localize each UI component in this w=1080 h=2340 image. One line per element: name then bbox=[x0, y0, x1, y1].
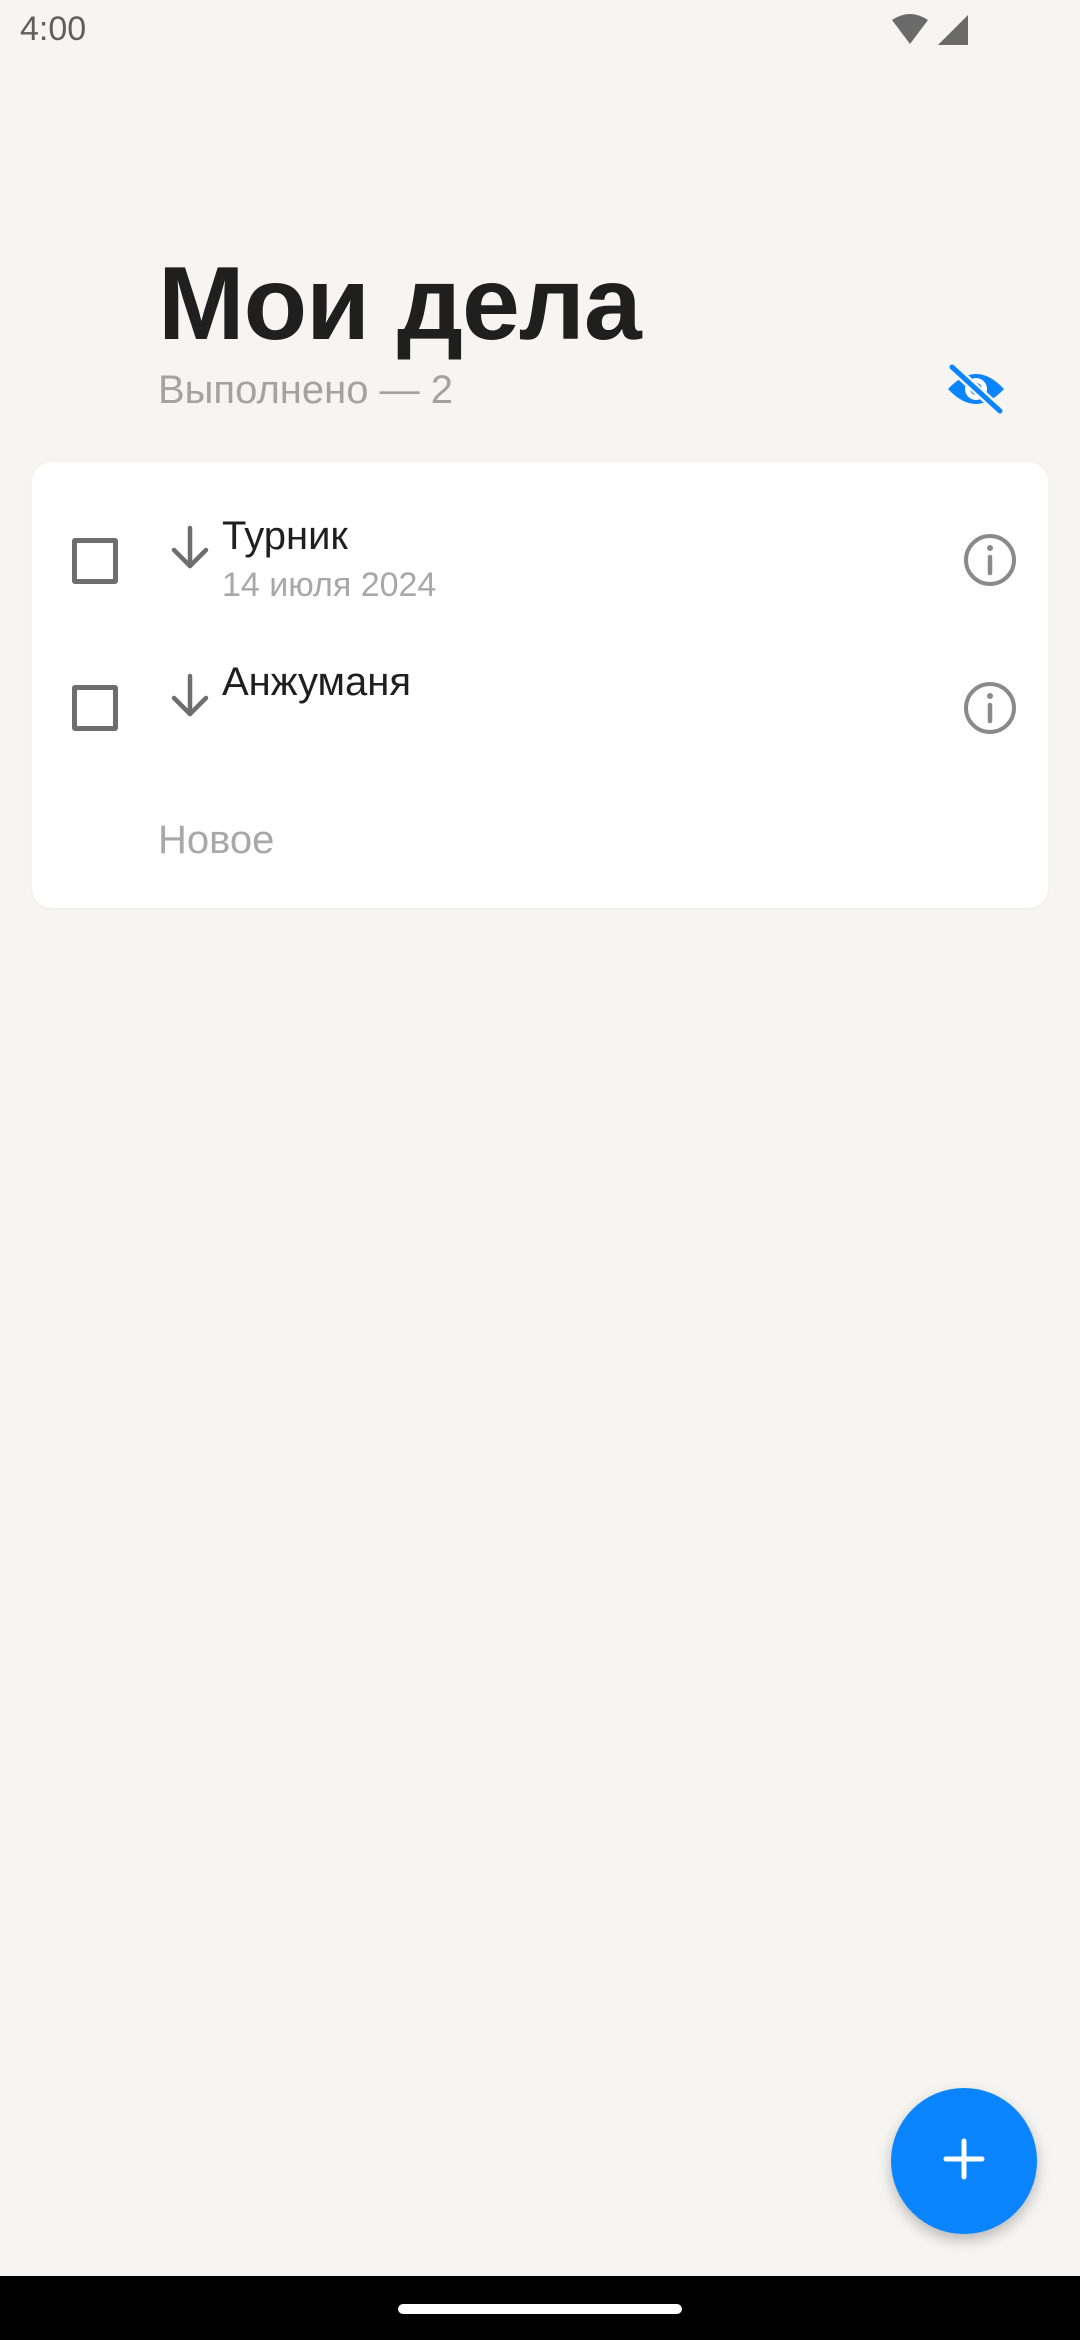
tasks-card: Турник 14 июля 2024 Анжуманя Новое bbox=[32, 462, 1048, 908]
home-indicator[interactable] bbox=[398, 2304, 682, 2314]
info-icon[interactable] bbox=[962, 680, 1018, 736]
arrow-down-icon bbox=[164, 522, 216, 574]
task-row[interactable]: Анжуманя bbox=[32, 608, 1048, 748]
page-title: Мои дела bbox=[158, 246, 642, 362]
navigation-bar bbox=[0, 2276, 1080, 2340]
status-time: 4:00 bbox=[20, 10, 87, 48]
status-icons bbox=[890, 12, 970, 48]
task-title: Анжуманя bbox=[222, 660, 412, 704]
wifi-icon bbox=[890, 12, 930, 48]
eye-off-icon bbox=[944, 361, 1008, 420]
arrow-down-icon bbox=[164, 670, 216, 722]
screen: 4:00 Мои дела Выполнено — 2 Турник 14 ию… bbox=[0, 0, 1080, 2340]
visibility-toggle-button[interactable] bbox=[940, 360, 1012, 422]
task-checkbox[interactable] bbox=[72, 685, 118, 731]
add-task-button[interactable] bbox=[891, 2088, 1037, 2234]
signal-icon bbox=[936, 13, 970, 47]
plus-icon bbox=[942, 2137, 986, 2186]
task-title: Турник bbox=[222, 514, 348, 558]
new-task-input[interactable]: Новое bbox=[158, 818, 274, 863]
done-counter: Выполнено — 2 bbox=[158, 368, 453, 412]
task-date: 14 июля 2024 bbox=[222, 566, 437, 604]
task-row[interactable]: Турник 14 июля 2024 bbox=[32, 462, 1048, 604]
task-checkbox[interactable] bbox=[72, 538, 118, 584]
info-icon[interactable] bbox=[962, 532, 1018, 588]
status-bar: 4:00 bbox=[0, 0, 1080, 64]
